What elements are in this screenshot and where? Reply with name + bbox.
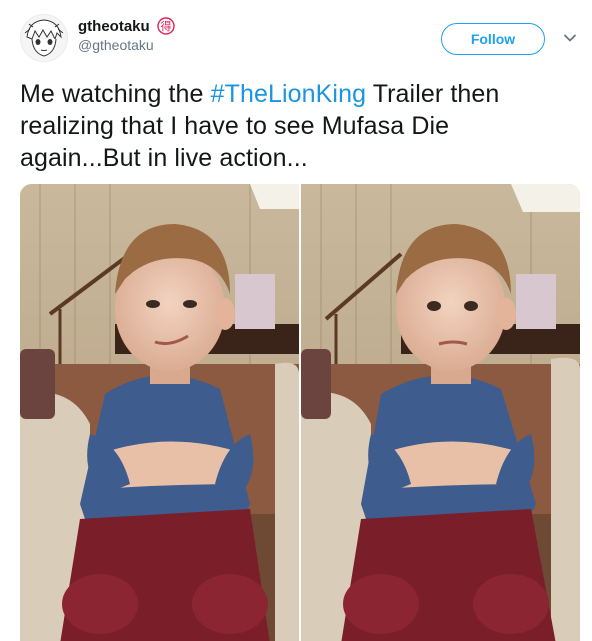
chevron-down-icon[interactable]	[562, 30, 578, 46]
boy-photo-right[interactable]	[301, 184, 580, 641]
tweet-text: Me watching the #TheLionKing Trailer the…	[20, 78, 575, 174]
avatar[interactable]	[20, 14, 68, 62]
badge-glyph: 得	[161, 20, 172, 33]
tweet-text-before: Me watching the	[20, 80, 211, 108]
hashtag-link[interactable]: #TheLionKing	[211, 80, 367, 108]
name-block: gtheotaku 得 @gtheotaku	[78, 17, 175, 53]
follow-button[interactable]: Follow	[441, 23, 545, 55]
tweet-media[interactable]	[20, 184, 580, 641]
display-name[interactable]: gtheotaku	[78, 18, 150, 35]
tweet-header: gtheotaku 得 @gtheotaku Follow	[20, 14, 580, 64]
boy-photo-left[interactable]	[20, 184, 299, 641]
anime-avatar-icon	[21, 15, 67, 61]
user-handle[interactable]: @gtheotaku	[78, 37, 175, 53]
red-seal-badge-icon: 得	[157, 17, 175, 35]
tweet-card: gtheotaku 得 @gtheotaku Follow Me watchin…	[0, 0, 592, 641]
